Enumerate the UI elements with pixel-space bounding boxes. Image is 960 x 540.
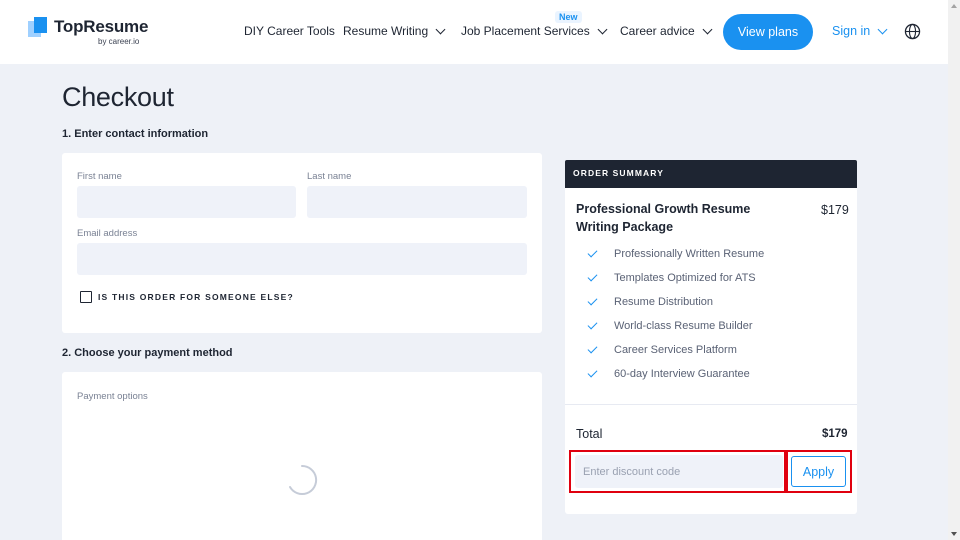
highlight-box-apply xyxy=(786,450,852,493)
logo-name: TopResume xyxy=(54,17,149,36)
nav-label: Career advice xyxy=(620,24,695,38)
scroll-down-icon[interactable] xyxy=(951,532,957,536)
feature-label: Resume Distribution xyxy=(614,296,714,308)
logo[interactable]: TopResume by career.io xyxy=(28,17,148,47)
order-summary-heading: ORDER SUMMARY xyxy=(565,160,857,188)
check-icon xyxy=(587,247,598,258)
feature-item: World-class Resume Builder xyxy=(587,319,753,332)
nav-career-advice[interactable]: Career advice xyxy=(620,24,713,38)
last-name-label: Last name xyxy=(307,171,352,182)
logo-subtitle: by career.io xyxy=(98,37,140,46)
chevron-down-icon xyxy=(597,24,608,34)
sign-in-label: Sign in xyxy=(832,24,871,38)
feature-label: Professionally Written Resume xyxy=(614,248,765,260)
feature-label: 60-day Interview Guarantee xyxy=(614,368,750,380)
check-icon xyxy=(587,295,598,306)
check-icon xyxy=(587,367,598,378)
logo-mark-icon xyxy=(28,17,48,39)
nav-resume-writing[interactable]: Resume Writing xyxy=(343,24,446,38)
total-value: $179 xyxy=(822,428,848,440)
loading-spinner-icon xyxy=(289,464,318,495)
nav-job-placement-services[interactable]: Job Placement Services xyxy=(461,24,608,38)
package-price: $179 xyxy=(821,203,849,217)
email-input[interactable] xyxy=(77,243,527,275)
highlight-box-discount xyxy=(569,450,786,493)
page-title: Checkout xyxy=(62,82,174,112)
new-badge: New xyxy=(555,11,582,23)
chevron-down-icon xyxy=(702,24,713,34)
check-icon xyxy=(587,319,598,330)
feature-item: Career Services Platform xyxy=(587,343,737,356)
someone-else-checkbox[interactable] xyxy=(80,291,92,303)
last-name-input[interactable] xyxy=(307,186,527,218)
feature-item: Professionally Written Resume xyxy=(587,247,765,260)
site-header: TopResume by career.io DIY Career Tools … xyxy=(0,0,948,64)
summary-divider xyxy=(565,404,857,405)
feature-label: Templates Optimized for ATS xyxy=(614,272,756,284)
feature-item: Resume Distribution xyxy=(587,295,714,308)
feature-label: Career Services Platform xyxy=(614,344,737,356)
someone-else-label[interactable]: IS THIS ORDER FOR SOMEONE ELSE? xyxy=(98,292,294,302)
feature-item: Templates Optimized for ATS xyxy=(587,271,756,284)
chevron-down-icon xyxy=(435,24,446,34)
check-icon xyxy=(587,271,598,282)
first-name-label: First name xyxy=(77,171,122,182)
package-name: Professional Growth Resume Writing Packa… xyxy=(576,202,751,234)
total-label: Total xyxy=(576,427,603,441)
scroll-up-icon[interactable] xyxy=(951,4,957,8)
sign-in-menu[interactable]: Sign in xyxy=(832,24,888,38)
feature-item: 60-day Interview Guarantee xyxy=(587,367,750,380)
email-label: Email address xyxy=(77,228,138,239)
payment-options-label: Payment options xyxy=(77,391,148,402)
first-name-input[interactable] xyxy=(77,186,296,218)
nav-label: DIY Career Tools xyxy=(244,24,335,38)
feature-label: World-class Resume Builder xyxy=(614,320,753,332)
check-icon xyxy=(587,343,598,354)
nav-diy-career-tools[interactable]: DIY Career Tools xyxy=(244,24,335,38)
nav-label: Job Placement Services xyxy=(461,24,590,38)
step-contact-title: 1. Enter contact information xyxy=(62,128,209,140)
step-payment-title: 2. Choose your payment method xyxy=(62,347,233,359)
globe-icon[interactable] xyxy=(904,23,921,40)
chevron-down-icon xyxy=(877,24,888,34)
view-plans-button[interactable]: View plans xyxy=(723,14,813,50)
nav-label: Resume Writing xyxy=(343,24,429,38)
scrollbar[interactable] xyxy=(948,0,960,540)
